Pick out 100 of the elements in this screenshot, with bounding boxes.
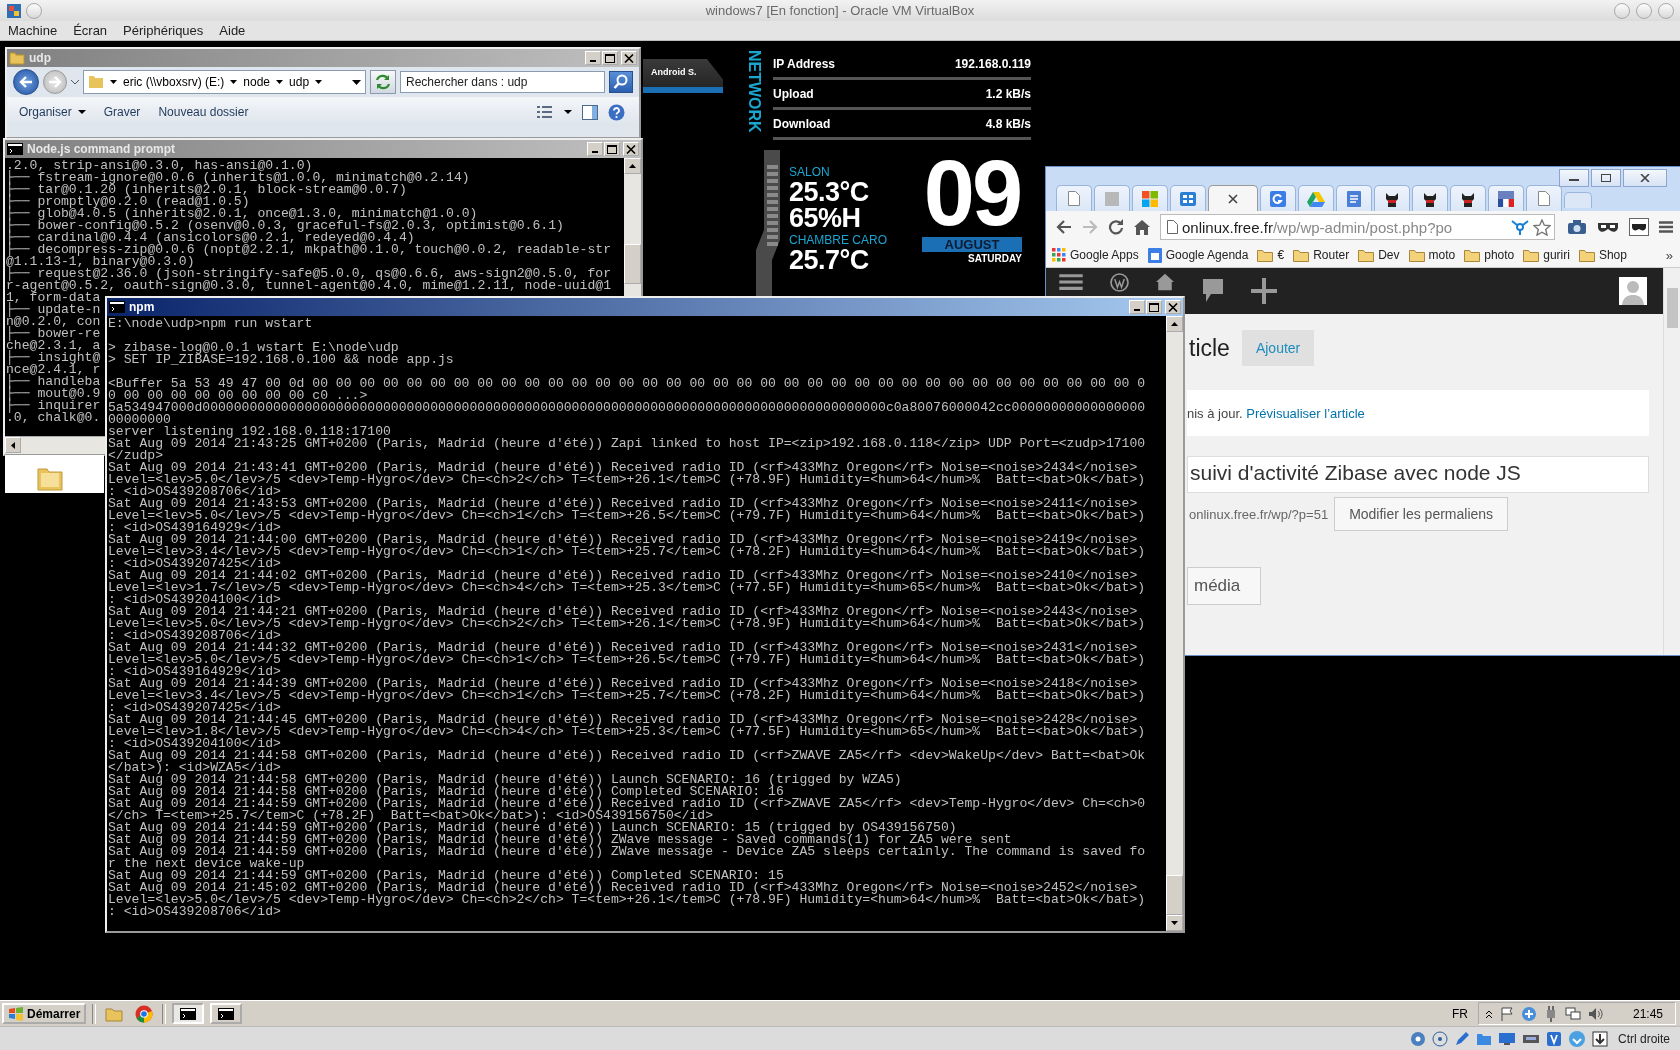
plus-icon[interactable] — [1251, 278, 1277, 304]
minimize-icon — [1134, 309, 1140, 311]
star-icon[interactable] — [1533, 218, 1551, 236]
bookmark[interactable]: Google Agenda — [1147, 247, 1249, 263]
address-field[interactable]: onlinux.free.fr/wp/wp-admin/post.php?po — [1160, 214, 1555, 240]
menu-icon[interactable] — [1058, 273, 1084, 291]
flag-icon — [1498, 190, 1514, 207]
chevron-icon[interactable] — [1484, 1008, 1493, 1019]
network-icon[interactable] — [1522, 1032, 1540, 1045]
scrollbar[interactable] — [1166, 316, 1183, 931]
caret-icon[interactable] — [110, 79, 117, 85]
bookmark[interactable]: photo — [1464, 248, 1515, 262]
scroll-up-button[interactable] — [624, 158, 641, 174]
title-field[interactable]: suivi d'activité Zibase avec node JS — [1187, 456, 1649, 493]
preview-pane-icon[interactable] — [582, 104, 598, 120]
toolbar-button[interactable]: Nouveau dossier — [154, 103, 253, 121]
caret-icon[interactable] — [315, 79, 323, 85]
edit-permalink-button[interactable]: Modifier les permaliens — [1334, 497, 1509, 531]
browser-tab[interactable] — [1488, 185, 1524, 211]
bookmark[interactable]: Router — [1293, 248, 1350, 262]
browser-tab[interactable] — [1450, 185, 1486, 211]
taskbar-button[interactable] — [210, 1003, 243, 1024]
bookmark[interactable]: guriri — [1523, 248, 1570, 262]
caret-icon[interactable] — [564, 109, 572, 115]
browser-tab[interactable] — [1374, 185, 1410, 211]
address-field[interactable]: eric (\\vboxsrv) (E:) node udp — [83, 70, 366, 94]
disc-icon[interactable] — [1432, 1030, 1448, 1047]
clock[interactable]: 21:45 — [1632, 1006, 1663, 1021]
calendar-icon — [1147, 247, 1162, 263]
browser-tab[interactable] — [1412, 185, 1448, 211]
menu-item[interactable]: Machine — [0, 23, 66, 38]
page-icon — [1068, 191, 1080, 206]
console-line: ├── bower-re — [6, 328, 101, 340]
search-field[interactable]: Rechercher dans : udp — [400, 71, 605, 93]
arrow-down-icon[interactable] — [1592, 1030, 1608, 1047]
node-network-icon[interactable] — [1511, 219, 1529, 235]
mouse-icon[interactable] — [1568, 1029, 1586, 1048]
folder-icon[interactable] — [1476, 1031, 1492, 1046]
preview-link[interactable]: Prévisualiser l’article — [1246, 405, 1365, 421]
taskbar-button[interactable] — [172, 1003, 205, 1024]
bookmark[interactable]: € — [1257, 248, 1285, 262]
toolbar-button[interactable]: Organiser — [15, 103, 90, 121]
home-button[interactable] — [1134, 219, 1150, 235]
caret-icon[interactable] — [276, 79, 284, 85]
search-button[interactable] — [609, 71, 633, 93]
scroll-down-button[interactable] — [1166, 915, 1183, 931]
dropdown-icon[interactable] — [352, 79, 361, 85]
add-media-button[interactable]: média — [1187, 567, 1262, 605]
home-icon[interactable] — [1155, 273, 1175, 291]
mask-icon[interactable] — [1597, 220, 1619, 234]
more-bookmarks-button[interactable]: » — [1665, 247, 1673, 263]
language-indicator[interactable]: FR — [1451, 1006, 1468, 1021]
scroll-left-button[interactable] — [5, 437, 21, 453]
monitor-icon[interactable] — [1498, 1031, 1516, 1046]
console-line: ├── promptly@0.2.0 (read@1.0.5) — [6, 196, 250, 208]
console-line: Level=<lev>1.7</lev>/5 <dev>Temp-Hygro</dev> Ch=<ch>4</ch> T=<tem>+25.3</tem>C (+77.5F) Humidity=<hum>65</hum>% Batt=<bat>Ok</bat>) — [108, 582, 1146, 594]
stat-label: Download — [773, 116, 831, 131]
folder-icon — [9, 51, 25, 65]
bookmark[interactable]: Google Apps — [1052, 248, 1139, 262]
console-line: Sat Aug 09 2014 21:43:41 GMT+0200 (Paris, Madrid (heure d'été)) Received radio ID (<rf>433Mhz Oregon</rf> Noise=<noise>2434</noise> — [108, 462, 1138, 474]
monitor-icon[interactable] — [1564, 1006, 1581, 1021]
menu-item[interactable]: Aide — [211, 23, 254, 38]
disk-icon[interactable] — [1410, 1030, 1426, 1047]
menu-item[interactable]: Périphériques — [115, 23, 212, 38]
bookmark[interactable]: Dev — [1358, 248, 1400, 262]
arrows-icon[interactable] — [1520, 1005, 1537, 1022]
menu-item[interactable]: Écran — [65, 23, 116, 38]
bookmark[interactable]: Shop — [1578, 248, 1627, 262]
help-icon[interactable] — [608, 103, 625, 121]
close-icon[interactable] — [1228, 193, 1238, 204]
scroll-thumb[interactable] — [1166, 875, 1183, 915]
mask-icon[interactable] — [1629, 218, 1649, 236]
console-line: ├── inquirer — [6, 400, 101, 412]
pen-icon[interactable] — [1454, 1030, 1470, 1047]
toolbar-button[interactable]: Graver — [99, 103, 145, 121]
square-icon[interactable] — [1546, 1030, 1562, 1047]
camera-icon[interactable] — [1567, 219, 1587, 235]
scroll-thumb[interactable] — [624, 244, 641, 284]
circle-logo-icon[interactable] — [1110, 273, 1129, 292]
browser-icon[interactable] — [135, 1004, 154, 1023]
start-button[interactable]: Démarrer — [2, 1003, 87, 1024]
console-line: : <id>OS439204100</id> — [108, 738, 281, 750]
view-list-icon[interactable] — [536, 105, 554, 119]
menu-icon[interactable] — [1659, 221, 1673, 233]
refresh-button[interactable] — [370, 70, 396, 94]
minimize-button[interactable] — [1559, 169, 1589, 187]
console-line: ├── tar@0.1.20 (inherits@2.0.1, block-stream@0.0.7) — [6, 184, 407, 196]
bookmark[interactable]: moto — [1408, 248, 1456, 262]
page-heading: ticle — [1189, 334, 1230, 362]
console-line: Sat Aug 09 2014 21:44:32 GMT+0200 (Paris, Madrid (heure d'été)) Received radio ID (<rf>433Mhz Oregon</rf> Noise=<noise>2431</noise> — [108, 642, 1138, 654]
scroll-up-button[interactable] — [1166, 316, 1183, 332]
restore-button[interactable] — [1591, 169, 1621, 187]
back-button[interactable] — [13, 69, 39, 95]
scrollbar[interactable] — [1663, 268, 1680, 655]
reload-button[interactable] — [1108, 219, 1124, 235]
flag-icon[interactable] — [1499, 1006, 1514, 1021]
comment-icon[interactable] — [1201, 278, 1225, 304]
speaker-icon[interactable] — [1587, 1006, 1604, 1021]
back-button[interactable] — [1056, 220, 1072, 234]
caret-icon[interactable] — [230, 79, 238, 85]
